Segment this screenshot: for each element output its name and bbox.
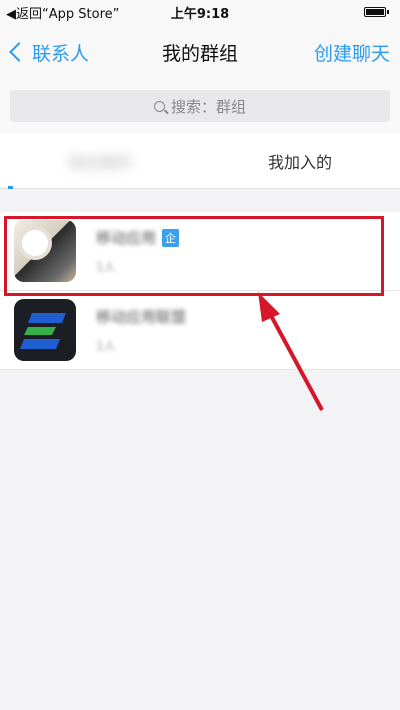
tab-created[interactable]: 我创建的 bbox=[0, 134, 200, 188]
status-bar: ◀返回“App Store” 上午9:18 bbox=[0, 0, 400, 24]
group-members: 1人 bbox=[96, 339, 116, 353]
group-name: 移动应用联盟 bbox=[96, 308, 187, 326]
group-row[interactable]: 移动应用联盟 1人 bbox=[0, 291, 400, 370]
group-avatar bbox=[14, 299, 76, 361]
tab-created-label: 我创建的 bbox=[67, 153, 132, 172]
nav-bar: 联系人 我的群组 创建聊天 bbox=[0, 24, 400, 80]
chevron-left-icon bbox=[9, 42, 29, 62]
back-button[interactable]: 联系人 bbox=[0, 39, 89, 66]
search-placeholder: 搜索：群组 bbox=[170, 97, 246, 116]
search-icon bbox=[153, 100, 165, 112]
group-members: 1人 bbox=[96, 260, 116, 274]
group-row[interactable]: 移动应用 企 1人 bbox=[0, 212, 400, 291]
back-button-label: 联系人 bbox=[32, 42, 90, 65]
tab-joined-label: 我加入的 bbox=[267, 153, 332, 172]
search-bar: 搜索：群组 bbox=[0, 80, 400, 135]
group-avatar bbox=[14, 220, 76, 282]
app-logo-icon bbox=[20, 313, 66, 349]
tab-bar: 我创建的 我加入的 bbox=[0, 134, 400, 189]
group-list: 移动应用 企 1人 移动应用联盟 1人 bbox=[0, 212, 400, 370]
search-input[interactable]: 搜索：群组 bbox=[10, 90, 390, 122]
group-name: 移动应用 bbox=[96, 229, 157, 247]
create-chat-button[interactable]: 创建聊天 bbox=[314, 39, 400, 66]
tab-indicator bbox=[8, 186, 13, 189]
tab-joined[interactable]: 我加入的 bbox=[200, 134, 400, 188]
enterprise-badge: 企 bbox=[162, 228, 180, 247]
status-time: 上午9:18 bbox=[170, 6, 230, 22]
